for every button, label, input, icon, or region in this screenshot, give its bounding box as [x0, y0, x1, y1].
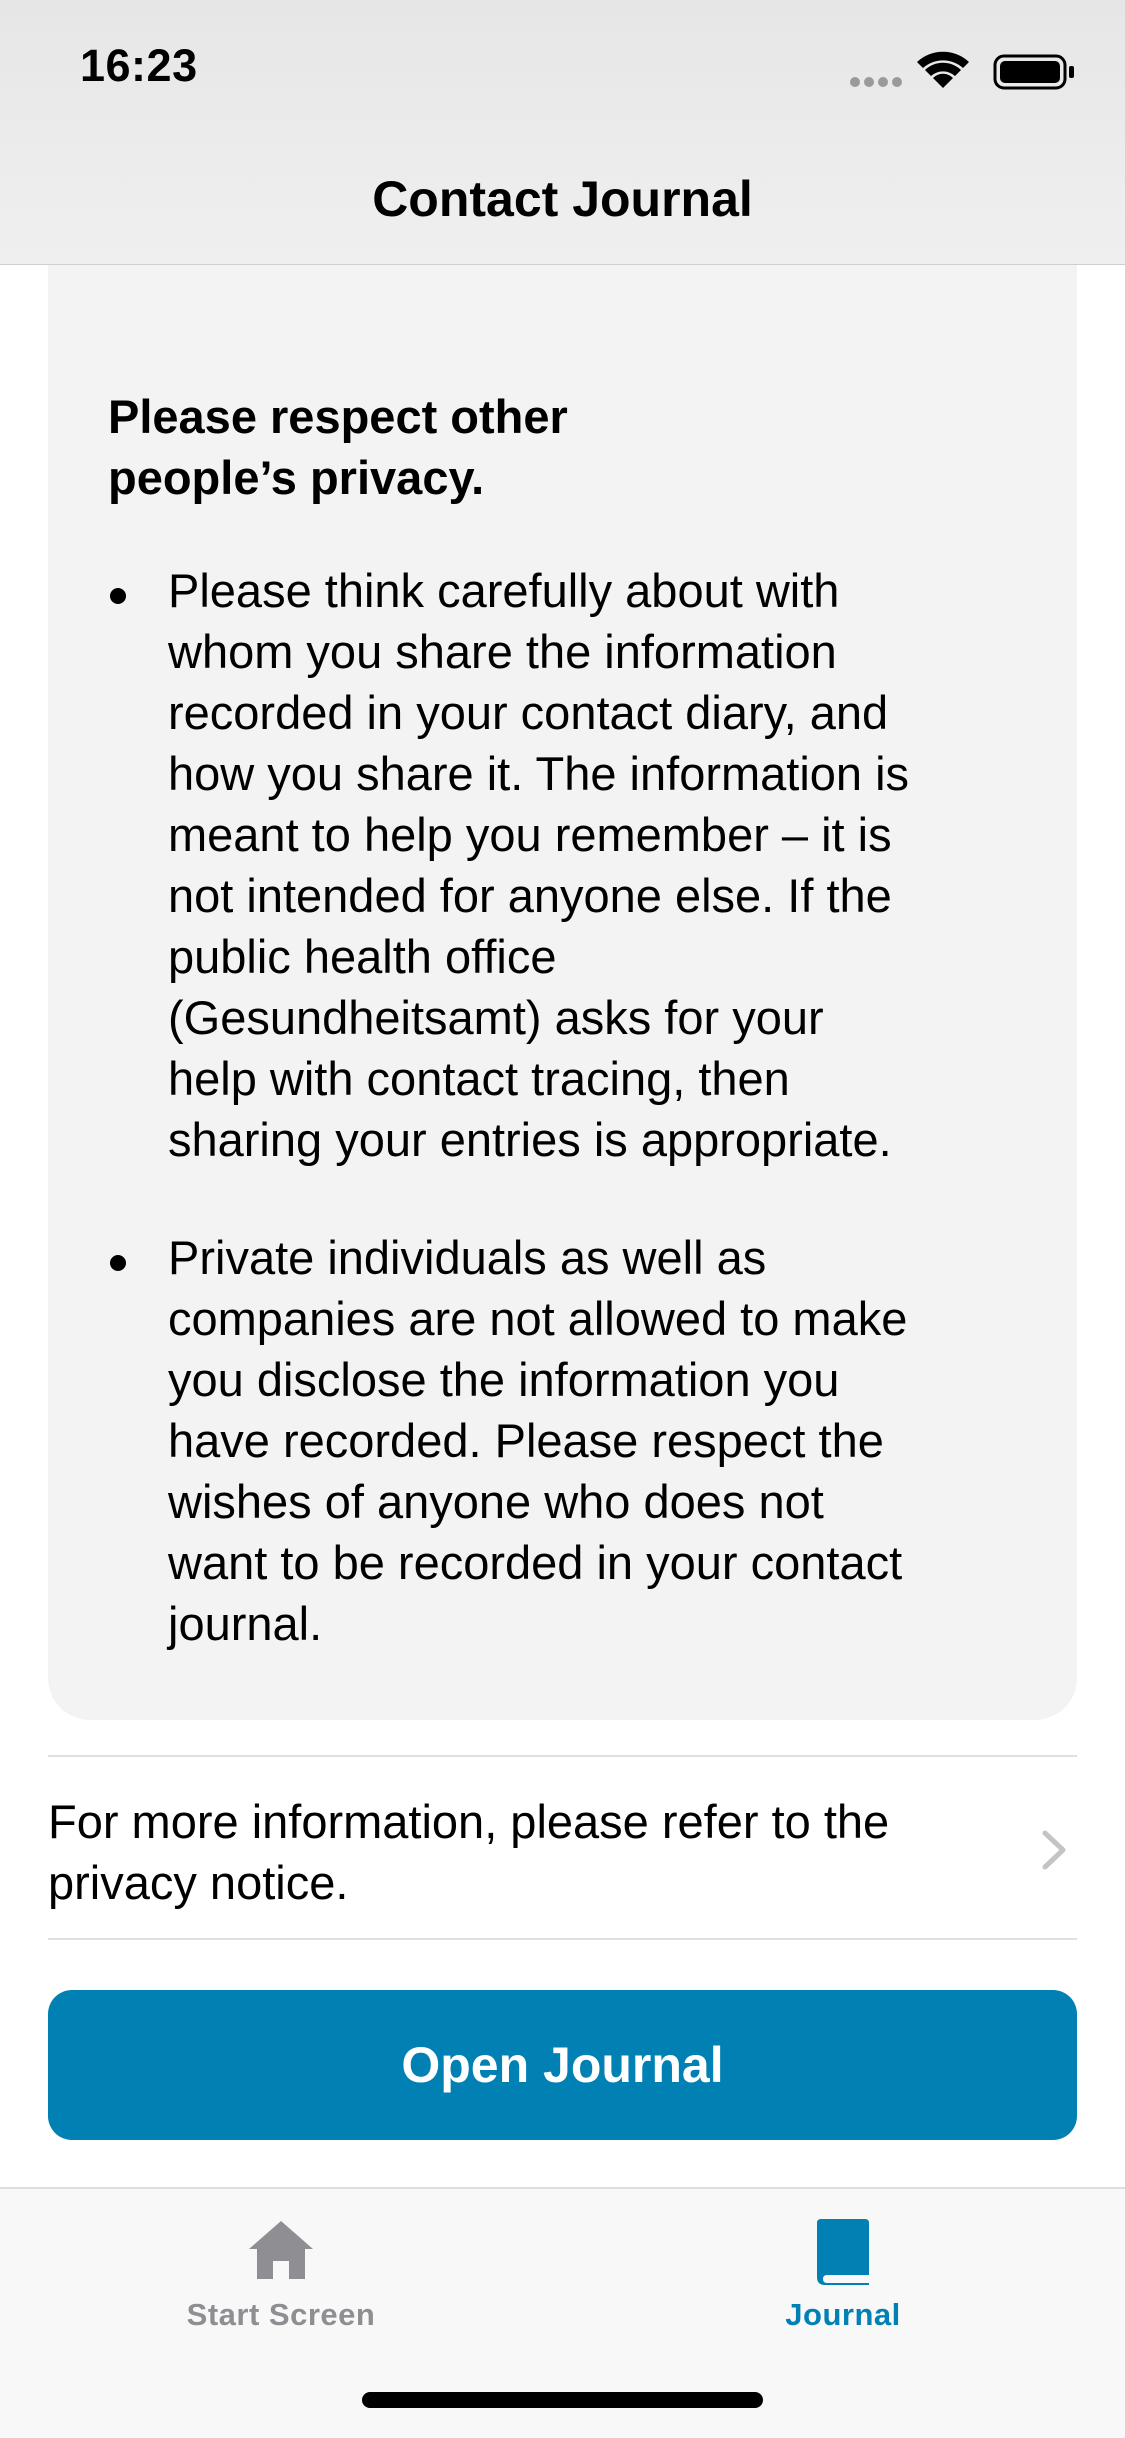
- navigation-header: 16:23 Contact Journal: [0, 0, 1125, 265]
- bullet-1-line: Please think carefully about with: [168, 564, 840, 617]
- bullet-2-line: companies are not allowed to make: [168, 1292, 908, 1345]
- card-heading-line: Please respect other: [108, 390, 568, 443]
- privacy-notice-line-1: For more information, please refer to th…: [48, 1795, 890, 1848]
- bullet-1-line: how you share it. The information is: [168, 747, 910, 800]
- house-icon: [249, 2221, 313, 2279]
- status-icons: [850, 51, 1074, 90]
- tab-journal-label: Journal: [785, 2297, 901, 2332]
- divider-bottom: [48, 1938, 1077, 1940]
- bullet-2-dot: [110, 1255, 126, 1271]
- bullet-1-line: sharing your entries is appropriate.: [168, 1113, 892, 1166]
- privacy-notice-line-2: privacy notice.: [48, 1856, 349, 1909]
- bullet-2-line: want to be recorded in your contact: [168, 1536, 903, 1589]
- chevron-right-icon: [1042, 1830, 1066, 1870]
- battery-icon: [993, 54, 1074, 90]
- status-time: 16:23: [80, 40, 198, 91]
- wifi-icon: [917, 51, 969, 88]
- privacy-notice-text: For more information, please refer to th…: [48, 1791, 988, 1913]
- bullet-1-line: public health office: [168, 930, 557, 983]
- privacy-notice-row[interactable]: For more information, please refer to th…: [48, 1757, 1077, 1940]
- bullet-1-line: help with contact tracing, then: [168, 1052, 790, 1105]
- bullet-2-line: journal.: [168, 1597, 323, 1650]
- bullet-1-dot: [110, 588, 126, 604]
- privacy-info-card-content: in encrypted form on your iPhone.Please …: [48, 180, 1077, 1720]
- bullet-2-line: you disclose the information you: [168, 1353, 840, 1406]
- bullet-2-line: Private individuals as well as: [168, 1231, 767, 1284]
- bullet-1-line: recorded in your contact diary, and: [168, 686, 889, 739]
- nav-title: Contact Journal: [372, 171, 753, 227]
- cellular-signal-icon: [850, 77, 902, 87]
- bullet-1-line: meant to help you remember – it is: [168, 808, 892, 861]
- tab-journal[interactable]: Journal: [562, 2189, 1124, 2359]
- bullet-1-line: not intended for anyone else. If the: [168, 869, 892, 922]
- open-journal-button[interactable]: Open Journal: [48, 1990, 1077, 2140]
- home-indicator: [362, 2392, 763, 2408]
- privacy-info-card: in encrypted form on your iPhone.Please …: [48, 180, 1077, 1720]
- bullet-1-line: whom you share the information: [168, 625, 837, 678]
- bullet-2-line: have recorded. Please respect the: [168, 1414, 884, 1467]
- tab-start-screen[interactable]: Start Screen: [0, 2189, 562, 2359]
- tab-start-screen-label: Start Screen: [186, 2297, 376, 2332]
- bullet-2-line: wishes of anyone who does not: [168, 1475, 824, 1528]
- bullet-1-line: (Gesundheitsamt) asks for your: [168, 991, 824, 1044]
- book-icon: [817, 2219, 869, 2285]
- card-heading-line: people’s privacy.: [108, 451, 485, 504]
